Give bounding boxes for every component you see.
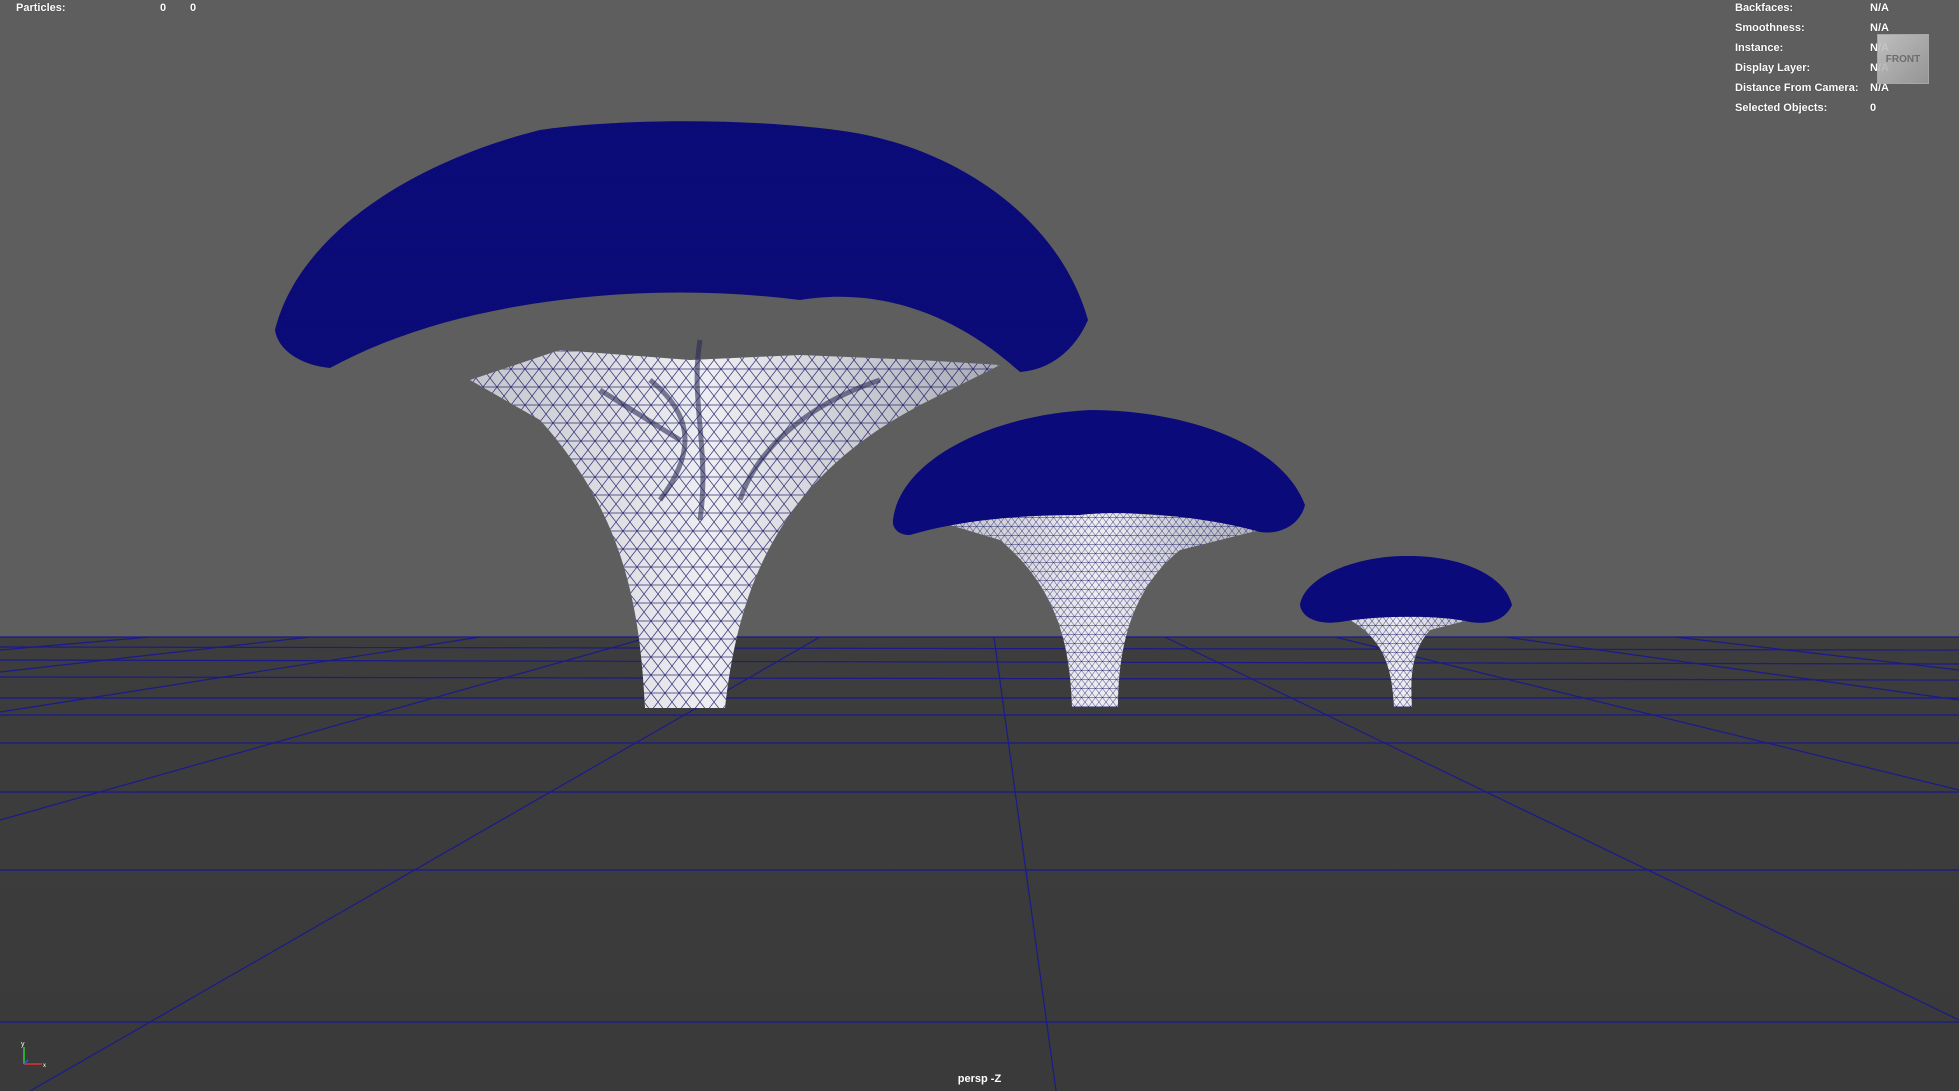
hud-value-backfaces: N/A: [1870, 2, 1889, 14]
axis-y-label: y: [21, 1041, 25, 1048]
hud-label-selected-objects: Selected Objects:: [1735, 102, 1828, 114]
tree-large[interactable]: [275, 121, 1088, 708]
particles-label: Particles:: [16, 2, 66, 14]
particles-value-2: 0: [190, 2, 197, 14]
hud-value-smoothness: N/A: [1870, 22, 1889, 34]
view-cube[interactable]: FRONT: [1877, 34, 1929, 84]
hud-value-selected-objects: 0: [1870, 102, 1877, 114]
axis-gizmo-icon: y x: [21, 1041, 46, 1069]
camera-name-label: persp -Z: [957, 1073, 1002, 1085]
hud-label-distance-from-camera: Distance From Camera:: [1735, 82, 1859, 94]
scene-canvas[interactable]: [0, 0, 1959, 1091]
hud-label-instance: Instance:: [1735, 42, 1784, 54]
hud-label-display-layer: Display Layer:: [1735, 62, 1811, 74]
particles-value-1: 0: [160, 2, 167, 14]
view-cube-face-label: FRONT: [1885, 53, 1921, 65]
maya-viewport[interactable]: Particles: 0 0 Backfaces: N/A Smoothness…: [0, 0, 1959, 1091]
hud-label-smoothness: Smoothness:: [1735, 22, 1805, 34]
axis-x-label: x: [43, 1063, 46, 1069]
hud-label-backfaces: Backfaces:: [1735, 2, 1794, 14]
tree-small[interactable]: [1300, 555, 1512, 707]
ground-grid: [0, 636, 1959, 1091]
